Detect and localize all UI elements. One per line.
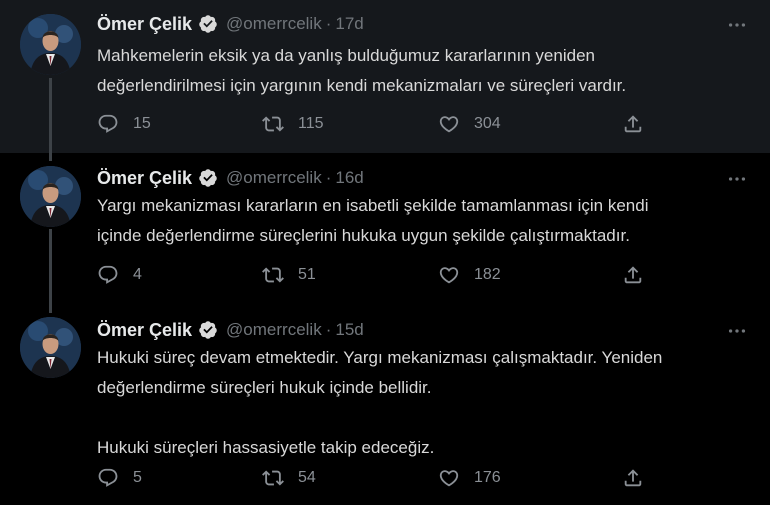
- like-button[interactable]: 176: [438, 466, 501, 490]
- tweet-header: Ömer Çelik @omerrcelik · 17d: [97, 11, 364, 37]
- share-button[interactable]: [622, 466, 644, 490]
- author-handle[interactable]: @omerrcelik: [226, 320, 322, 340]
- thread-connector-line: [49, 151, 52, 161]
- header-separator: ·: [325, 14, 332, 33]
- tweet-header: Ömer Çelik @omerrcelik · 16d: [97, 165, 364, 191]
- tweet-1[interactable]: Ömer Çelik @omerrcelik · 17d Mahkemeleri…: [0, 0, 770, 153]
- tweet-text: Yargı mekanizması kararların en isabetli…: [97, 191, 737, 251]
- like-count: 182: [474, 266, 501, 283]
- tweet-text-line: değerlendirilmesi için yargının kendi me…: [97, 76, 627, 95]
- tweet-2[interactable]: Ömer Çelik @omerrcelik · 16d Yargı mekan…: [0, 151, 770, 306]
- retweet-icon: [262, 113, 284, 135]
- more-options-icon[interactable]: [726, 14, 748, 36]
- tweet-text: Hukuki süreç devam etmektedir. Yargı mek…: [97, 343, 737, 463]
- share-button[interactable]: [622, 112, 644, 136]
- retweet-count: 51: [298, 266, 316, 283]
- reply-icon: [97, 467, 119, 489]
- tweet-text: Mahkemelerin eksik ya da yanlış bulduğum…: [97, 41, 737, 101]
- tweet-header: Ömer Çelik @omerrcelik · 15d: [97, 317, 364, 343]
- retweet-button[interactable]: 115: [262, 112, 324, 136]
- author-name[interactable]: Ömer Çelik: [97, 168, 192, 189]
- tweet-text-line: Mahkemelerin eksik ya da yanlış bulduğum…: [97, 46, 595, 65]
- thread-connector-line: [49, 78, 52, 153]
- tweet-3[interactable]: Ömer Çelik @omerrcelik · 15d Hukuki süre…: [0, 304, 770, 505]
- tweet-text-line: Hukuki süreç devam etmektedir. Yargı mek…: [97, 348, 663, 367]
- reply-count: 4: [133, 266, 142, 283]
- share-icon: [622, 264, 644, 286]
- verified-badge-icon: [198, 14, 218, 34]
- tweet-timestamp[interactable]: 15d: [335, 320, 363, 340]
- retweet-count: 54: [298, 469, 316, 486]
- tweet-text-blank-line: [97, 403, 737, 433]
- avatar[interactable]: [20, 166, 81, 227]
- share-button[interactable]: [622, 263, 644, 287]
- tweet-actions: 15 115 304: [97, 112, 657, 136]
- retweet-button[interactable]: 51: [262, 263, 316, 287]
- verified-badge-icon: [198, 320, 218, 340]
- tweet-text-line: Hukuki süreçleri hassasiyetle takip edec…: [97, 438, 435, 457]
- verified-badge-icon: [198, 168, 218, 188]
- share-icon: [622, 113, 644, 135]
- author-name[interactable]: Ömer Çelik: [97, 320, 192, 341]
- tweet-text-line: içinde değerlendirme süreçlerini hukuka …: [97, 226, 630, 245]
- reply-button[interactable]: 4: [97, 263, 142, 287]
- header-separator: ·: [325, 168, 332, 187]
- reply-icon: [97, 113, 119, 135]
- tweet-actions: 4 51 182: [97, 263, 657, 287]
- share-icon: [622, 467, 644, 489]
- thread-connector-line: [49, 304, 52, 313]
- like-icon: [438, 264, 460, 286]
- retweet-icon: [262, 264, 284, 286]
- like-count: 176: [474, 469, 501, 486]
- like-button[interactable]: 304: [438, 112, 501, 136]
- reply-button[interactable]: 15: [97, 112, 151, 136]
- tweet-timestamp[interactable]: 17d: [335, 14, 363, 34]
- retweet-count: 115: [298, 115, 324, 132]
- thread-connector-line: [49, 229, 52, 306]
- author-handle[interactable]: @omerrcelik: [226, 14, 322, 34]
- reply-button[interactable]: 5: [97, 466, 142, 490]
- author-name[interactable]: Ömer Çelik: [97, 14, 192, 35]
- more-options-icon[interactable]: [726, 320, 748, 342]
- header-separator: ·: [325, 320, 332, 339]
- avatar[interactable]: [20, 14, 81, 75]
- author-handle[interactable]: @omerrcelik: [226, 168, 322, 188]
- reply-icon: [97, 264, 119, 286]
- like-button[interactable]: 182: [438, 263, 501, 287]
- more-options-icon[interactable]: [726, 168, 748, 190]
- like-icon: [438, 467, 460, 489]
- tweet-text-line: değerlendirme süreçleri hukuk içinde bel…: [97, 378, 432, 397]
- tweet-text-line: Yargı mekanizması kararların en isabetli…: [97, 196, 649, 215]
- tweet-thread: Ömer Çelik @omerrcelik · 17d Mahkemeleri…: [0, 0, 770, 505]
- avatar[interactable]: [20, 317, 81, 378]
- like-icon: [438, 113, 460, 135]
- tweet-timestamp[interactable]: 16d: [335, 168, 363, 188]
- retweet-icon: [262, 467, 284, 489]
- tweet-actions: 5 54 176: [97, 466, 657, 490]
- reply-count: 5: [133, 469, 142, 486]
- reply-count: 15: [133, 115, 151, 132]
- like-count: 304: [474, 115, 501, 132]
- retweet-button[interactable]: 54: [262, 466, 316, 490]
